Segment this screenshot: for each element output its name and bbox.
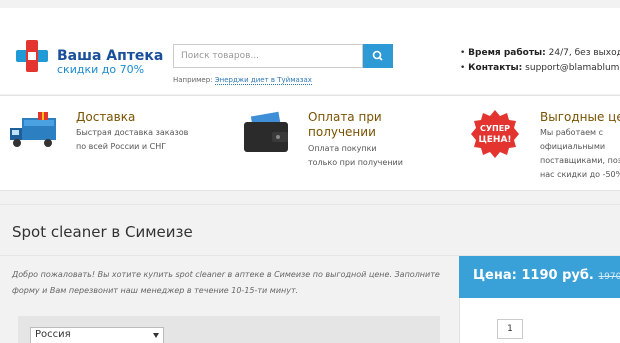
work-hours-label: Время работы: xyxy=(468,48,546,58)
work-hours: • Время работы: 24/7, без выходных xyxy=(460,48,620,58)
pharmacy-cross-logo-icon[interactable] xyxy=(14,38,50,74)
divider xyxy=(0,204,620,205)
price-label: Цена: 1190 руб. 1970 xyxy=(473,268,620,283)
feature-text-prices: Мы работаем с официальными поставщиками,… xyxy=(540,126,620,182)
feature-line: поставщиками, поэтому xyxy=(540,156,620,165)
feature-title-line: получении xyxy=(308,125,376,139)
feature-line: нас скидки до -50% xyxy=(540,170,620,179)
feature-title-delivery: Доставка xyxy=(76,110,136,124)
contacts: • Контакты: support@blamablum.ru xyxy=(460,63,620,73)
quantity-panel xyxy=(459,298,620,343)
work-hours-value: 24/7, без выходных xyxy=(548,48,620,58)
contacts-email[interactable]: support@blamablum.ru xyxy=(525,63,620,73)
example-link[interactable]: Энерджи диет в Туймазах xyxy=(214,76,312,85)
logo-subtitle: скидки до 70% xyxy=(57,63,145,76)
wallet-icon xyxy=(244,111,288,152)
feature-line: по всей России и СНГ xyxy=(76,142,167,151)
search-example: Например: Энерджи диет в Туймазах xyxy=(173,76,312,85)
example-label: Например: xyxy=(173,76,213,84)
current-price: Цена: 1190 руб. xyxy=(473,268,594,283)
page: Ваша Аптека скидки до 70% Поиск товаров.… xyxy=(0,0,620,343)
welcome-text: Добро пожаловать! Вы хотите купить spot … xyxy=(12,270,440,295)
feature-line: Мы работаем с xyxy=(540,128,604,137)
search-button[interactable] xyxy=(363,44,393,68)
super-price-badge-icon: СУПЕР ЦЕНА! xyxy=(471,110,519,158)
features-band: Доставка Быстрая доставка заказов по все… xyxy=(0,95,620,191)
feature-title-prices: Выгодные цены xyxy=(540,110,620,124)
logo-title[interactable]: Ваша Аптека xyxy=(57,48,163,64)
badge-line-1: СУПЕР xyxy=(480,124,510,133)
feature-line: официальными xyxy=(540,142,606,151)
feature-line: Быстрая доставка заказов xyxy=(76,128,189,137)
feature-title-payment: Оплата при получении xyxy=(308,110,382,140)
delivery-truck-icon xyxy=(10,112,56,147)
feature-line: Оплата покупки xyxy=(308,144,377,153)
feature-line: только при получении xyxy=(308,158,403,167)
search-icon xyxy=(372,50,383,61)
country-select[interactable]: Россия xyxy=(30,327,164,343)
contacts-label: Контакты: xyxy=(468,63,523,73)
chevron-down-icon[interactable] xyxy=(153,333,159,338)
old-price: 1970 xyxy=(598,272,620,282)
page-title: Spot cleaner в Симеизе xyxy=(12,223,193,241)
site-header: Ваша Аптека скидки до 70% Поиск товаров.… xyxy=(0,8,620,94)
badge-line-2: ЦЕНА! xyxy=(478,135,511,145)
feature-title-line: Оплата при xyxy=(308,110,382,124)
feature-text-delivery: Быстрая доставка заказов по всей России … xyxy=(76,126,188,154)
search-input[interactable]: Поиск товаров... xyxy=(173,44,363,68)
feature-text-payment: Оплата покупки только при получении xyxy=(308,142,403,170)
quantity-input[interactable]: 1 xyxy=(497,319,523,339)
